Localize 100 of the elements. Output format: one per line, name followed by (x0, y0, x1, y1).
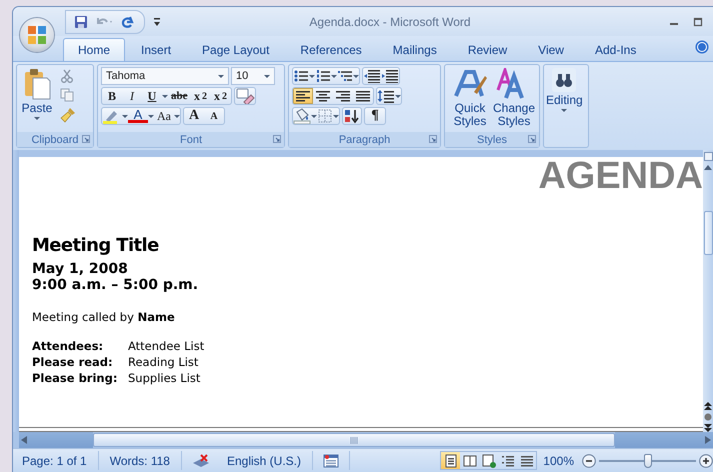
paintbrush-icon[interactable] (60, 107, 76, 123)
dialog-launcher-icon[interactable] (273, 135, 281, 143)
ribbon-tab[interactable]: View (523, 38, 579, 61)
caret-icon[interactable] (353, 74, 359, 78)
ribbon-tab[interactable]: References (285, 38, 377, 61)
zoom-level[interactable]: 100% (543, 454, 574, 468)
called-by-text: Meeting called by Name (32, 310, 175, 324)
caret-icon[interactable] (561, 109, 568, 112)
editing-button[interactable]: Editing (544, 67, 585, 145)
view-icon (444, 454, 458, 468)
slider-thumb[interactable] (644, 454, 652, 468)
ribbon-tab[interactable]: Add-Ins (580, 38, 652, 61)
maximize-icon[interactable] (693, 16, 703, 26)
caret-icon[interactable] (148, 114, 154, 118)
center-button[interactable] (313, 88, 333, 104)
bullets-icon[interactable] (293, 69, 309, 83)
paste-button[interactable]: Paste (20, 67, 54, 130)
dialog-launcher-icon[interactable] (429, 135, 437, 143)
caret-icon[interactable] (34, 117, 40, 120)
numbering-icon[interactable] (315, 69, 331, 83)
caret-icon[interactable] (218, 74, 224, 78)
change-styles-button[interactable]: Change Styles (492, 67, 536, 130)
agenda-heading: AGENDA (538, 157, 703, 195)
save-icon[interactable] (74, 14, 88, 28)
detail-value: Supplies List (128, 370, 202, 386)
caret-icon[interactable] (264, 74, 270, 78)
vertical-scrollbar[interactable] (703, 150, 713, 432)
ribbon-tab[interactable]: Page Layout (187, 38, 284, 61)
scroll-up-icon[interactable] (704, 164, 712, 170)
zoom-in-icon[interactable] (699, 454, 713, 468)
zoom-out-icon[interactable] (582, 454, 596, 468)
view-icon (462, 454, 477, 468)
view-icon (500, 454, 515, 468)
justify-button[interactable] (353, 88, 373, 104)
line-spacing-icon[interactable] (377, 89, 395, 103)
ribbon-tab[interactable]: Review (452, 38, 522, 61)
align-right-button[interactable] (333, 88, 353, 104)
group-label: Clipboard (31, 134, 79, 146)
customize-toolbar-icon[interactable] (153, 16, 161, 26)
dialog-launcher-icon[interactable] (82, 135, 90, 143)
caret-icon[interactable] (122, 114, 128, 118)
help-icon[interactable] (695, 40, 709, 54)
show-marks-button[interactable]: ¶ (365, 108, 385, 124)
print-layout-button[interactable] (441, 452, 460, 469)
bold-button[interactable]: B (102, 88, 122, 104)
increase-indent-icon[interactable] (381, 69, 399, 83)
align-left-button[interactable] (293, 88, 313, 104)
office-logo-icon[interactable] (27, 25, 47, 45)
view-icon (482, 454, 496, 468)
scroll-thumb[interactable] (704, 211, 712, 255)
strikethrough-button[interactable]: abe (168, 88, 190, 104)
redo-icon[interactable] (120, 14, 134, 28)
meeting-time: 9:00 a.m. – 5:00 p.m. (32, 277, 198, 294)
ribbon-tab[interactable]: Home (63, 38, 126, 61)
grow-font-button[interactable]: A (184, 108, 204, 124)
window-title: Agenda.docx - Microsoft Word (308, 14, 472, 28)
page-count[interactable]: Page: 1 of 1 (13, 454, 96, 468)
macro-recording-icon[interactable] (323, 454, 340, 468)
caret-icon[interactable] (395, 94, 401, 98)
caret-icon[interactable] (174, 114, 180, 118)
detail-label: Attendees: (32, 338, 104, 354)
caret-icon[interactable] (162, 94, 168, 98)
ribbon-tab[interactable]: Mailings (378, 38, 452, 61)
font-color-button[interactable]: A (128, 109, 148, 123)
scroll-thumb[interactable] (93, 433, 615, 447)
alignment-lines-icon (355, 90, 371, 102)
word-count[interactable]: Words: 118 (100, 454, 179, 468)
detail-value: Attendee List (128, 338, 204, 354)
view-icon (520, 454, 534, 468)
multilevel-list-icon[interactable] (337, 69, 353, 83)
detail-value: Reading List (128, 354, 200, 370)
ribbon-tab[interactable]: Insert (126, 38, 186, 61)
alignment-lines-icon (315, 90, 331, 102)
binoculars-icon (552, 68, 576, 92)
previous-page-icon[interactable] (704, 402, 712, 410)
font-name-field[interactable]: Tahoma (101, 67, 229, 85)
paint-bucket-icon[interactable] (293, 108, 311, 124)
group-label: Paragraph (338, 134, 390, 146)
meeting-date: May 1, 2008 (32, 261, 128, 277)
grip-icon (350, 436, 358, 444)
caret-icon[interactable] (333, 114, 339, 118)
ruler-toggle-icon[interactable] (704, 152, 712, 161)
quick-styles-button[interactable]: Quick Styles (448, 67, 492, 130)
shrink-font-button[interactable]: A (204, 108, 224, 124)
horizontal-scrollbar[interactable] (13, 432, 713, 448)
alignment-lines-icon (295, 90, 311, 102)
detail-label: Please read: (32, 354, 114, 370)
italic-button[interactable]: I (122, 88, 142, 104)
scroll-left-icon[interactable] (21, 436, 27, 444)
dialog-launcher-icon[interactable] (528, 135, 536, 143)
change-case-button[interactable]: Aa (154, 108, 174, 124)
decrease-indent-icon[interactable] (363, 69, 381, 83)
scroll-right-icon[interactable] (705, 436, 711, 444)
language[interactable]: English (U.S.) (218, 454, 310, 468)
detail-label: Please bring: (32, 370, 118, 386)
group-label: Font (180, 134, 202, 146)
caret-icon[interactable] (311, 114, 317, 118)
underline-button[interactable]: U (142, 88, 162, 104)
font-size-field[interactable]: 10 (231, 67, 275, 85)
browse-object-icon[interactable] (704, 413, 712, 421)
